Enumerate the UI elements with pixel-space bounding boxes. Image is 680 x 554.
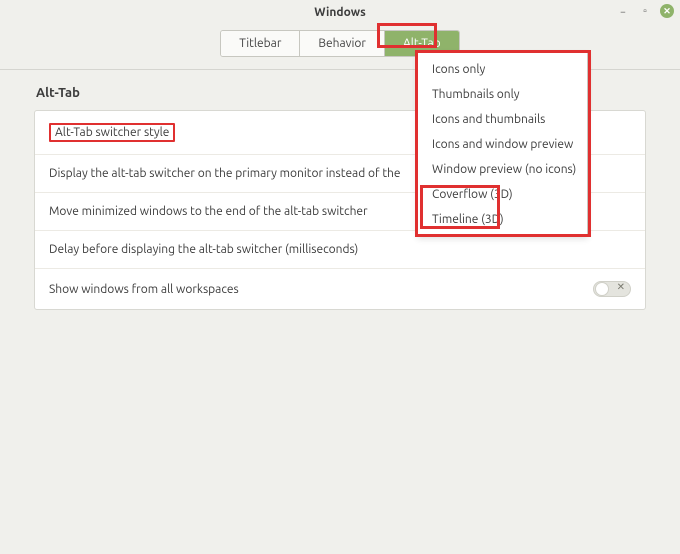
toggle-off-indicator-icon: ✕ bbox=[617, 281, 625, 293]
dropdown-item-timeline-3d[interactable]: Timeline (3D) bbox=[418, 207, 587, 232]
row-switcher-style-label: Alt-Tab switcher style bbox=[49, 123, 175, 142]
row-all-workspaces: Show windows from all workspaces ✕ bbox=[35, 269, 645, 309]
window-titlebar: Windows − ▫ ✕ bbox=[0, 0, 680, 24]
toggle-knob bbox=[595, 282, 609, 296]
switcher-style-dropdown[interactable]: Icons only Thumbnails only Icons and thu… bbox=[417, 52, 588, 237]
window-controls: − ▫ ✕ bbox=[616, 4, 674, 18]
maximize-icon[interactable]: ▫ bbox=[638, 4, 652, 18]
window-title: Windows bbox=[314, 6, 366, 19]
row-move-minimized-label: Move minimized windows to the end of the… bbox=[49, 205, 368, 218]
tab-behavior[interactable]: Behavior bbox=[300, 31, 385, 56]
row-delay-label: Delay before displaying the alt-tab swit… bbox=[49, 243, 358, 256]
dropdown-item-window-preview-no-icons[interactable]: Window preview (no icons) bbox=[418, 157, 587, 182]
dropdown-item-coverflow-3d[interactable]: Coverflow (3D) bbox=[418, 182, 587, 207]
row-primary-monitor-label: Display the alt-tab switcher on the prim… bbox=[49, 167, 401, 180]
minimize-icon[interactable]: − bbox=[616, 4, 630, 18]
dropdown-item-icons-only[interactable]: Icons only bbox=[418, 57, 587, 82]
tab-titlebar[interactable]: Titlebar bbox=[221, 31, 300, 56]
row-all-workspaces-label: Show windows from all workspaces bbox=[49, 283, 239, 296]
dropdown-item-thumbnails-only[interactable]: Thumbnails only bbox=[418, 82, 587, 107]
close-icon[interactable]: ✕ bbox=[660, 4, 674, 18]
dropdown-item-icons-window-preview[interactable]: Icons and window preview bbox=[418, 132, 587, 157]
dropdown-item-icons-thumbnails[interactable]: Icons and thumbnails bbox=[418, 107, 587, 132]
toggle-all-workspaces[interactable]: ✕ bbox=[593, 281, 631, 297]
